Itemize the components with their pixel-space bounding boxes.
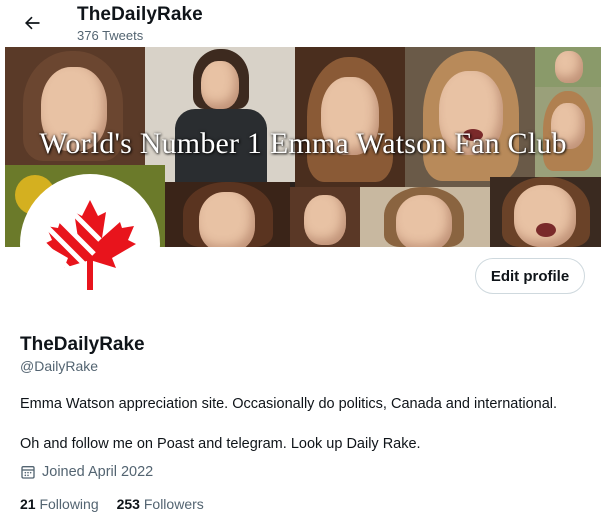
join-date-text: Joined April 2022 [42, 464, 154, 480]
follow-stats: 21 Following 253 Followers [20, 496, 204, 512]
user-handle: @DailyRake [20, 358, 99, 374]
following-link[interactable]: 21 Following [20, 496, 99, 512]
banner-photo [290, 187, 360, 247]
followers-count: 253 [116, 496, 140, 512]
back-button[interactable] [18, 9, 46, 37]
join-date: Joined April 2022 [20, 464, 153, 480]
banner-photo [145, 47, 295, 182]
display-name: TheDailyRake [20, 334, 145, 355]
followers-label: Followers [143, 496, 204, 512]
banner-photo [490, 177, 601, 247]
banner-photo [535, 47, 601, 87]
profile-bio: Emma Watson appreciation site. Occasiona… [20, 396, 558, 452]
followers-link[interactable]: 253 Followers [117, 496, 204, 512]
avatar[interactable] [20, 174, 160, 314]
tweet-count: 376 Tweets [77, 28, 144, 43]
banner-caption: World's Number 1 Emma Watson Fan Club [39, 127, 567, 160]
top-bar: TheDailyRake 376 Tweets [0, 0, 606, 46]
arrow-left-icon [25, 16, 40, 30]
following-count: 21 [20, 496, 36, 512]
following-label: Following [39, 496, 99, 512]
banner-photo [405, 47, 535, 187]
banner-photo [165, 182, 290, 247]
edit-profile-button[interactable]: Edit profile [475, 258, 585, 294]
maple-leaf-rake-logo [32, 200, 136, 290]
banner-photo [295, 47, 405, 187]
banner-photo [360, 187, 490, 247]
page-title: TheDailyRake [77, 4, 203, 25]
calendar-icon [21, 466, 35, 479]
